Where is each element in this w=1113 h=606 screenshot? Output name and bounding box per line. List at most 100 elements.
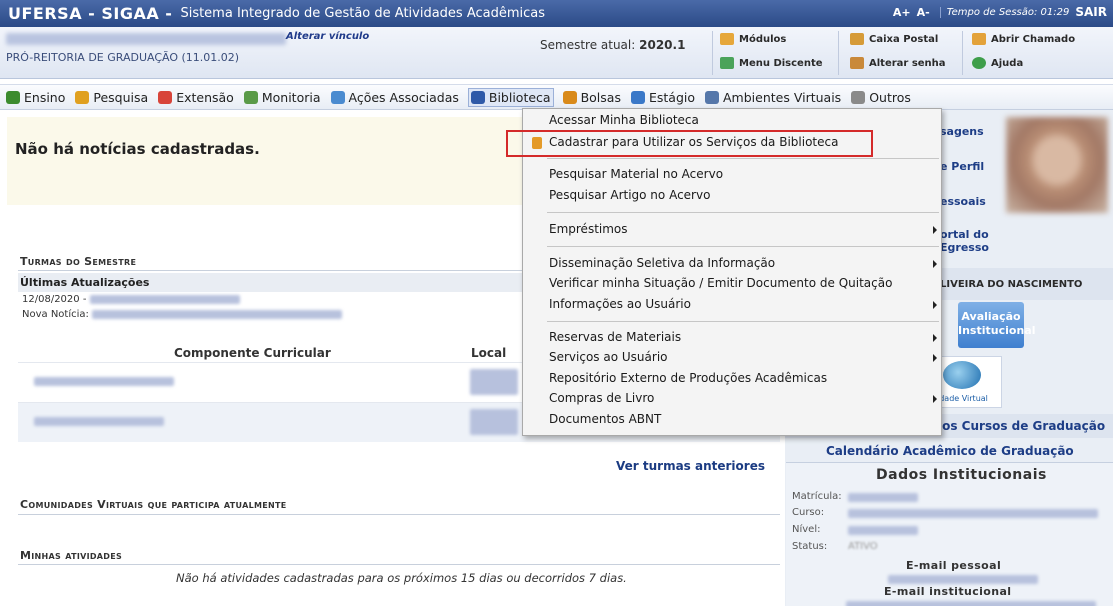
dropdown-item-reservas-materiais[interactable]: Reservas de Materiais <box>549 330 681 344</box>
institutional-data-title: Dados Institucionais <box>876 467 1047 483</box>
app-brand: UFERSA - SIGAA - <box>8 4 173 23</box>
dropdown-item-acessar-minha-biblioteca[interactable]: Acessar Minha Biblioteca <box>549 113 699 127</box>
update-news-label: Nova Notícia: <box>22 309 89 320</box>
menu-item-ensino[interactable]: Ensino <box>6 90 65 105</box>
no-activities-text: Não há atividades cadastradas para os pr… <box>176 571 627 585</box>
menu-separator <box>547 212 939 213</box>
dropdown-item-repositorio-externo[interactable]: Repositório Externo de Produções Acadêmi… <box>549 371 827 385</box>
redacted-text <box>848 493 918 502</box>
user-avatar <box>1006 117 1108 213</box>
app-subtitle: Sistema Integrado de Gestão de Atividade… <box>180 6 546 21</box>
dropdown-item-compras-livro[interactable]: Compras de Livro <box>549 391 654 405</box>
level-label: Nível: <box>792 524 821 535</box>
student-menu-link[interactable]: Menu Discente <box>720 57 823 69</box>
help-link[interactable]: Ajuda <box>972 57 1023 69</box>
font-decrease-button[interactable]: A- <box>917 6 930 19</box>
divider <box>712 31 713 75</box>
dropdown-item-pesquisar-artigo-acervo[interactable]: Pesquisar Artigo no Acervo <box>549 188 710 202</box>
messages-link[interactable]: sagens <box>940 125 984 138</box>
key-icon <box>850 57 864 69</box>
menu-item-outros[interactable]: Outros <box>851 90 911 105</box>
menu-item-label: Monitoria <box>261 89 321 105</box>
title-bar: UFERSA - SIGAA - Sistema Integrado de Ge… <box>0 0 1113 27</box>
menu-item-monitoria[interactable]: Monitoria <box>243 89 321 105</box>
menu-item-bolsas[interactable]: Bolsas <box>562 90 621 105</box>
menu-item-biblioteca[interactable]: Biblioteca <box>467 87 554 107</box>
logout-button[interactable]: SAIR <box>1075 5 1107 19</box>
personal-data-link[interactable]: essoais <box>940 195 986 208</box>
outros-icon <box>851 90 866 104</box>
open-ticket-link[interactable]: Abrir Chamado <box>972 33 1075 45</box>
mailbox-link[interactable]: Caixa Postal <box>850 33 938 45</box>
menu-item-ambientes-virtuais[interactable]: Ambientes Virtuais <box>705 90 841 105</box>
redacted-text <box>848 526 918 535</box>
redacted-text <box>470 369 518 395</box>
redacted-text <box>470 409 518 435</box>
personal-email-label: E-mail pessoal <box>906 559 1002 572</box>
dropdown-item-servicos-usuario[interactable]: Serviços ao Usuário <box>549 350 668 364</box>
student-menu-label: Menu Discente <box>739 57 823 69</box>
modules-icon <box>720 33 734 45</box>
dropdown-item-informacoes-usuario[interactable]: Informações ao Usuário <box>549 297 691 311</box>
no-news-text: Não há notícias cadastradas. <box>15 140 260 158</box>
modules-link[interactable]: Módulos <box>720 33 786 45</box>
change-password-link[interactable]: Alterar senha <box>850 57 946 69</box>
change-link-button[interactable]: Alterar vínculo <box>286 31 369 42</box>
submenu-arrow-icon <box>933 334 937 342</box>
section-turmas-title: Turmas do Semestre <box>20 255 137 268</box>
estagio-icon <box>630 90 645 104</box>
user-name-redacted <box>6 33 286 45</box>
academic-calendar-link[interactable]: Calendário Acadêmico de Graduação <box>826 444 1074 458</box>
divider <box>18 514 780 515</box>
evaluation-label-2: Institucional <box>958 324 1036 337</box>
menu-separator <box>547 321 939 322</box>
title-bar-controls: A+ A- Tempo de Sessão: 01:29 SAIR <box>893 5 1107 19</box>
user-unit: PRÓ-REITORIA DE GRADUAÇÃO (11.01.02) <box>6 51 240 64</box>
dropdown-item-pesquisar-material-acervo[interactable]: Pesquisar Material no Acervo <box>549 167 723 181</box>
redacted-text <box>89 294 240 304</box>
alumni-portal-link-2[interactable]: Egresso <box>940 241 989 254</box>
font-increase-button[interactable]: A+ <box>893 6 911 19</box>
graduation-courses-link[interactable]: los Cursos de Graduação <box>938 419 1105 433</box>
update-date: 12/08/2020 - <box>22 294 87 305</box>
highlight-box <box>506 130 873 157</box>
ensino-icon <box>6 90 20 104</box>
menu-item-acoes-associadas[interactable]: Ações Associadas <box>330 90 459 105</box>
user-header: Alterar vínculo PRÓ-REITORIA DE GRADUAÇÃ… <box>0 27 1113 79</box>
status-value: ATIVO <box>848 541 878 552</box>
col-local: Local <box>471 346 507 360</box>
section-communities-title: Comunidades Virtuais que participa atual… <box>20 498 287 511</box>
menu-item-label: Estágio <box>648 89 695 105</box>
acoes-associadas-icon <box>330 90 345 104</box>
alumni-portal-link[interactable]: ortal do <box>940 228 989 241</box>
menu-item-label: Ambientes Virtuais <box>723 89 842 105</box>
section-activities-title: Minhas atividades <box>20 549 123 562</box>
course-label: Curso: <box>792 507 825 518</box>
redacted-text <box>34 417 164 426</box>
semester-value: 2020.1 <box>639 38 686 52</box>
profile-link[interactable]: e Perfil <box>940 160 984 173</box>
menu-separator <box>547 246 939 247</box>
main-menu-bar: Ensino Pesquisa Extensão Monitoria Ações Ass… <box>0 84 1113 110</box>
globe-icon <box>943 361 981 389</box>
menu-item-label: Biblioteca <box>488 89 551 105</box>
monitoria-icon <box>243 90 258 104</box>
institutional-evaluation-button[interactable]: Avaliação Institucional <box>958 302 1036 348</box>
menu-item-pesquisa[interactable]: Pesquisa <box>75 90 148 105</box>
session-timer: Tempo de Sessão: 01:29 <box>939 6 1069 18</box>
col-component: Componente Curricular <box>174 346 331 360</box>
dropdown-item-documentos-abnt[interactable]: Documentos ABNT <box>549 412 661 426</box>
menu-item-label: Pesquisa <box>93 89 149 105</box>
ambientes-virtuais-icon <box>705 90 719 104</box>
mailbox-icon <box>850 33 864 45</box>
virtual-community-button[interactable]: idade Virtual <box>936 356 1002 408</box>
dropdown-item-verificar-situacao-quitacao[interactable]: Verificar minha Situação / Emitir Docume… <box>549 276 892 290</box>
menu-item-estagio[interactable]: Estágio <box>630 89 695 105</box>
help-icon <box>972 57 986 69</box>
menu-item-extensao[interactable]: Extensão <box>158 90 234 105</box>
submenu-arrow-icon <box>933 226 937 234</box>
dropdown-item-emprestimos[interactable]: Empréstimos <box>549 222 628 236</box>
previous-classes-link[interactable]: Ver turmas anteriores <box>616 459 765 473</box>
dropdown-item-disseminacao-seletiva[interactable]: Disseminação Seletiva da Informação <box>549 256 775 270</box>
matricula-label: Matrícula: <box>792 491 842 502</box>
